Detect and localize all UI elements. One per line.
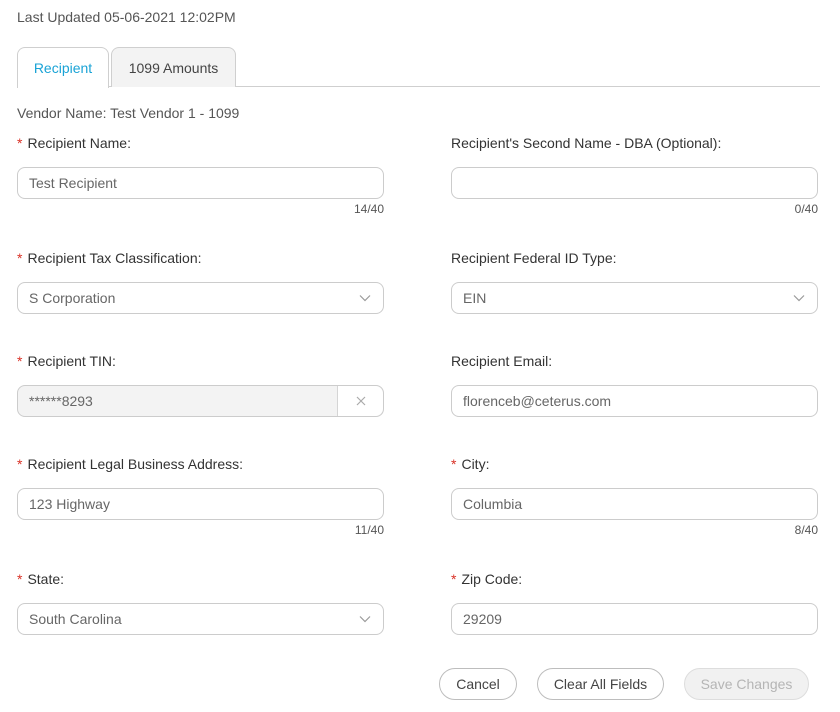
city-counter: 8/40	[794, 523, 818, 537]
last-updated-text: Last Updated 05-06-2021 12:02PM	[17, 9, 236, 25]
close-icon	[356, 396, 365, 406]
required-marker: *	[17, 135, 23, 151]
tab-bar: Recipient 1099 Amounts	[17, 47, 820, 88]
chevron-down-icon	[347, 604, 383, 634]
clear-all-fields-button[interactable]: Clear All Fields	[537, 668, 664, 700]
second-name-counter: 0/40	[794, 202, 818, 216]
clear-tin-button[interactable]	[337, 386, 383, 416]
state-label: * State:	[17, 571, 65, 587]
tab-recipient[interactable]: Recipient	[17, 47, 109, 88]
tin-label: * Recipient TIN:	[17, 353, 116, 369]
email-input[interactable]: florenceb@ceterus.com	[451, 385, 818, 417]
required-marker: *	[451, 456, 457, 472]
tax-classification-label: * Recipient Tax Classification:	[17, 250, 202, 266]
tax-classification-select[interactable]: S Corporation	[17, 282, 384, 314]
address-label: * Recipient Legal Business Address:	[17, 456, 244, 472]
chevron-down-icon	[347, 283, 383, 313]
city-input[interactable]: Columbia	[451, 488, 818, 520]
tab-1099-amounts[interactable]: 1099 Amounts	[111, 47, 236, 87]
federal-id-type-select[interactable]: EIN	[451, 282, 818, 314]
required-marker: *	[17, 250, 23, 266]
required-marker: *	[17, 456, 23, 472]
zip-input[interactable]: 29209	[451, 603, 818, 635]
second-name-input[interactable]	[451, 167, 818, 199]
city-label: * City:	[451, 456, 490, 472]
required-marker: *	[17, 571, 23, 587]
email-label: Recipient Email:	[451, 353, 553, 369]
cancel-button[interactable]: Cancel	[439, 668, 517, 700]
state-select[interactable]: South Carolina	[17, 603, 384, 635]
tin-input[interactable]: ******8293	[17, 385, 384, 417]
second-name-label: Recipient's Second Name - DBA (Optional)…	[451, 135, 722, 151]
chevron-down-icon	[781, 283, 817, 313]
address-input[interactable]: 123 Highway	[17, 488, 384, 520]
address-counter: 11/40	[354, 523, 384, 537]
zip-label: * Zip Code:	[451, 571, 523, 587]
recipient-name-input[interactable]: Test Recipient	[17, 167, 384, 199]
required-marker: *	[17, 353, 23, 369]
recipient-name-counter: 14/40	[353, 202, 384, 216]
recipient-name-label: * Recipient Name:	[17, 135, 131, 151]
vendor-name: Vendor Name: Test Vendor 1 - 1099	[17, 105, 240, 121]
federal-id-type-label: Recipient Federal ID Type:	[451, 250, 617, 266]
save-changes-button[interactable]: Save Changes	[684, 668, 809, 700]
required-marker: *	[451, 571, 457, 587]
